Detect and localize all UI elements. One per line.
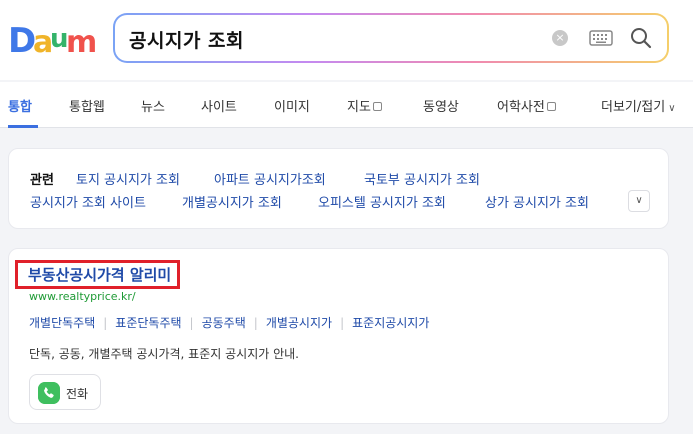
- tab-sites[interactable]: 사이트: [201, 96, 237, 115]
- search-icon[interactable]: [629, 26, 653, 50]
- external-link-icon: [372, 102, 382, 111]
- related-link[interactable]: 오피스텔 공시지가 조회: [318, 192, 446, 211]
- related-searches: 관련 토지 공시지가 조회 아파트 공시지가조회 국토부 공시지가 조회 공시지…: [8, 148, 669, 229]
- svg-text:m: m: [66, 25, 97, 59]
- chevron-down-icon: ∨: [635, 195, 643, 206]
- phone-icon: [38, 382, 60, 404]
- call-button[interactable]: 전화: [29, 374, 101, 410]
- header: D a u m 공시지가 조회 ×: [0, 0, 693, 80]
- keyboard-icon[interactable]: [589, 29, 613, 47]
- search-tabs: 통합 통합웹 뉴스 사이트 이미지 지도 동영상 어학사전 더보기/접기 ∨: [0, 82, 693, 128]
- search-bar: 공시지가 조회 ×: [113, 13, 669, 63]
- related-link[interactable]: 공시지가 조회 사이트: [30, 192, 146, 211]
- result-title-link[interactable]: 부동산공시가격 알리미: [15, 260, 181, 289]
- search-result: 부동산공시가격 알리미 www.realtyprice.kr/ 개별단독주택 | 표…: [8, 248, 669, 424]
- related-label: 관련: [30, 173, 54, 188]
- related-link[interactable]: 국토부 공시지가 조회: [364, 169, 480, 188]
- clear-icon[interactable]: ×: [552, 30, 568, 46]
- search-input[interactable]: 공시지가 조회: [129, 26, 244, 53]
- tab-news[interactable]: 뉴스: [141, 96, 165, 115]
- result-url[interactable]: www.realtyprice.kr/: [29, 290, 136, 303]
- tab-dictionary-label: 어학사전: [497, 100, 545, 115]
- tab-more[interactable]: 더보기/접기 ∨: [601, 96, 676, 115]
- tab-integrated[interactable]: 통합: [8, 96, 32, 115]
- result-description: 단독, 공동, 개별주택 공시가격, 표준지 공시지가 안내.: [29, 347, 299, 361]
- search-box[interactable]: 공시지가 조회 ×: [115, 15, 667, 61]
- sublink[interactable]: 표준단독주택: [115, 316, 181, 330]
- related-link[interactable]: 아파트 공시지가조회: [214, 169, 326, 188]
- expand-related-button[interactable]: ∨: [628, 190, 650, 212]
- tab-map[interactable]: 지도: [347, 96, 382, 115]
- related-link[interactable]: 개별공시지가 조회: [182, 192, 282, 211]
- divider: |: [253, 316, 258, 330]
- tab-map-label: 지도: [347, 100, 371, 115]
- sublink[interactable]: 공동주택: [202, 316, 246, 330]
- result-sublinks: 개별단독주택 | 표준단독주택 | 공동주택 | 개별공시지가 | 표준지공시지가: [29, 314, 429, 331]
- related-link[interactable]: 상가 공시지가 조회: [485, 192, 589, 211]
- tab-more-label: 더보기/접기: [601, 100, 666, 115]
- related-link[interactable]: 토지 공시지가 조회: [76, 169, 180, 188]
- chevron-down-icon: ∨: [668, 103, 676, 114]
- divider: |: [340, 316, 345, 330]
- external-link-icon: [546, 102, 556, 111]
- tab-video[interactable]: 동영상: [423, 96, 459, 115]
- daum-logo[interactable]: D a u m: [8, 19, 100, 59]
- active-tab-underline: [8, 125, 38, 128]
- svg-text:D: D: [8, 21, 36, 59]
- sublink[interactable]: 표준지공시지가: [352, 316, 429, 330]
- divider: |: [103, 316, 108, 330]
- sublink[interactable]: 개별공시지가: [266, 316, 332, 330]
- call-label: 전화: [66, 387, 89, 401]
- tab-dictionary[interactable]: 어학사전: [497, 96, 556, 115]
- divider: |: [189, 316, 194, 330]
- sublink[interactable]: 개별단독주택: [29, 316, 95, 330]
- tab-integrated-web[interactable]: 통합웹: [69, 96, 105, 115]
- tab-images[interactable]: 이미지: [274, 96, 310, 115]
